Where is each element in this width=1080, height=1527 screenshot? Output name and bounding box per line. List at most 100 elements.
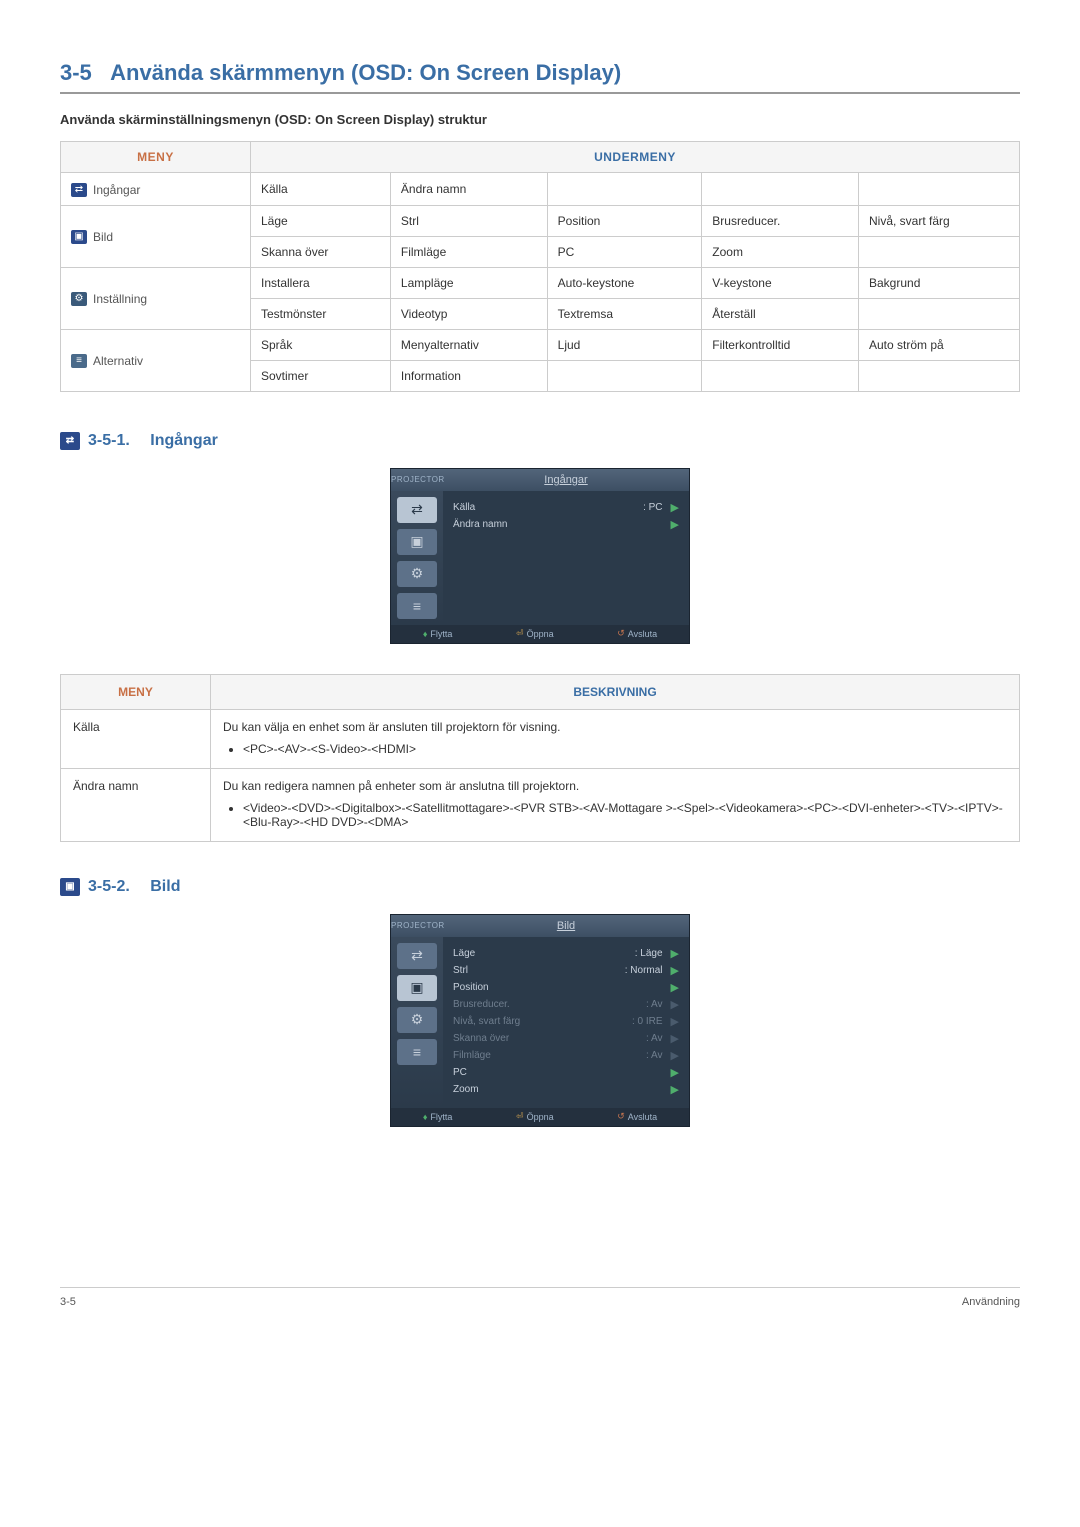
- side-setup-icon2[interactable]: ⚙: [397, 1007, 437, 1033]
- side-picture-icon[interactable]: ▣: [397, 529, 437, 555]
- submenu-cell: Språk: [251, 329, 391, 360]
- osd-row[interactable]: Ändra namn▶: [453, 516, 679, 533]
- section-inputs-header: ⇄ 3-5-1. Ingångar: [60, 432, 1020, 450]
- footer-right: Användning: [962, 1296, 1020, 1308]
- submenu-cell: [547, 360, 702, 391]
- submenu-cell: Bakgrund: [859, 267, 1020, 298]
- osd-row[interactable]: Brusreducer.: Av▶: [453, 996, 679, 1013]
- submenu-cell: Menyalternativ: [390, 329, 547, 360]
- submenu-cell: [859, 173, 1020, 206]
- footer-enter: ⏎Öppna: [516, 628, 554, 639]
- submenu-cell: PC: [547, 236, 702, 267]
- side-setup-icon[interactable]: ⚙: [397, 561, 437, 587]
- menu-row-options: ≡Alternativ: [61, 329, 251, 391]
- osd-row[interactable]: Källa: PC▶: [453, 499, 679, 516]
- submenu-cell: Testmönster: [251, 298, 391, 329]
- chevron-right-icon: ▶: [671, 501, 679, 514]
- side-options-icon[interactable]: ≡: [397, 593, 437, 619]
- submenu-cell: Läge: [251, 205, 391, 236]
- chevron-right-icon: ▶: [671, 518, 679, 531]
- chevron-right-icon: ▶: [671, 1032, 679, 1045]
- footer-move: ♦Flytta: [423, 629, 453, 639]
- submenu-cell: Nivå, svart färg: [859, 205, 1020, 236]
- desc-text-cell: Du kan redigera namnen på enheter som är…: [211, 768, 1020, 841]
- osd-inputs-panel: PROJECTOR Ingångar ⇄ ▣ ⚙ ≡ Källa: PC▶Änd…: [390, 468, 690, 644]
- submenu-cell: Filmläge: [390, 236, 547, 267]
- submenu-cell: Information: [390, 360, 547, 391]
- osd-row[interactable]: Nivå, svart färg: 0 IRE▶: [453, 1013, 679, 1030]
- side-inputs-icon2[interactable]: ⇄: [397, 943, 437, 969]
- submenu-cell: [547, 173, 702, 206]
- osd-row[interactable]: Skanna över: Av▶: [453, 1030, 679, 1047]
- submenu-cell: Installera: [251, 267, 391, 298]
- desc-inputs-table: MENY BESKRIVNING KällaDu kan välja en en…: [60, 674, 1020, 842]
- submenu-cell: Filterkontrolltid: [702, 329, 859, 360]
- picture-icon: ▣: [60, 878, 80, 896]
- osd-row[interactable]: Läge: Läge▶: [453, 945, 679, 962]
- osd-row[interactable]: Filmläge: Av▶: [453, 1047, 679, 1064]
- section-inputs-number: 3-5-1.: [88, 432, 130, 450]
- submenu-cell: [702, 173, 859, 206]
- options-icon: ≡: [71, 354, 87, 368]
- submenu-cell: Återställ: [702, 298, 859, 329]
- th-menu2: MENY: [61, 674, 211, 709]
- list-item: <PC>-<AV>-<S-Video>-<HDMI>: [243, 742, 1007, 756]
- submenu-cell: Skanna över: [251, 236, 391, 267]
- submenu-cell: [859, 298, 1020, 329]
- section-inputs-title: Ingångar: [150, 432, 218, 450]
- submenu-cell: [859, 236, 1020, 267]
- submenu-cell: Auto-keystone: [547, 267, 702, 298]
- page-footer: 3-5 Användning: [60, 1287, 1020, 1308]
- th-menu: MENY: [61, 142, 251, 173]
- chevron-right-icon: ▶: [671, 1083, 679, 1096]
- osd-row[interactable]: Strl: Normal▶: [453, 962, 679, 979]
- osd-row[interactable]: PC▶: [453, 1064, 679, 1081]
- side-options-icon2[interactable]: ≡: [397, 1039, 437, 1065]
- submenu-cell: Textremsa: [547, 298, 702, 329]
- submenu-cell: [702, 360, 859, 391]
- submenu-cell: Lampläge: [390, 267, 547, 298]
- osd-main2: Läge: Läge▶Strl: Normal▶Position▶Brusred…: [443, 937, 689, 1108]
- osd-row[interactable]: Position▶: [453, 979, 679, 996]
- osd-footer2: ♦Flytta ⏎Öppna ↺Avsluta: [391, 1108, 689, 1126]
- osd-picture-panel: PROJECTOR Bild ⇄ ▣ ⚙ ≡ Läge: Läge▶Strl: …: [390, 914, 690, 1127]
- footer-left: 3-5: [60, 1296, 76, 1308]
- side-inputs-icon[interactable]: ⇄: [397, 497, 437, 523]
- inputs-icon: ⇄: [71, 183, 87, 197]
- submenu-cell: Auto ström på: [859, 329, 1020, 360]
- osd-brand: PROJECTOR: [391, 475, 443, 484]
- chevron-right-icon: ▶: [671, 947, 679, 960]
- submenu-cell: Zoom: [702, 236, 859, 267]
- osd-main: Källa: PC▶Ändra namn▶: [443, 491, 689, 625]
- side-picture-icon2[interactable]: ▣: [397, 975, 437, 1001]
- footer-exit2: ↺Avsluta: [617, 1111, 657, 1122]
- chevron-right-icon: ▶: [671, 981, 679, 994]
- osd-title2: Bild: [443, 920, 689, 932]
- osd-row[interactable]: Zoom▶: [453, 1081, 679, 1098]
- menu-row-setup: ⚙Inställning: [61, 267, 251, 329]
- osd-title: Ingångar: [443, 474, 689, 486]
- menu-overview-table: MENY UNDERMENY ⇄IngångarKällaÄndra namn ▣…: [60, 141, 1020, 392]
- th-desc: BESKRIVNING: [211, 674, 1020, 709]
- submenu-cell: Videotyp: [390, 298, 547, 329]
- picture-icon: ▣: [71, 230, 87, 244]
- osd-side-nav: ⇄ ▣ ⚙ ≡: [391, 491, 443, 625]
- submenu-cell: Ljud: [547, 329, 702, 360]
- page-subtitle: Använda skärminställningsmenyn (OSD: On …: [60, 112, 1020, 127]
- chevron-right-icon: ▶: [671, 1015, 679, 1028]
- th-submenu: UNDERMENY: [251, 142, 1020, 173]
- submenu-cell: V-keystone: [702, 267, 859, 298]
- submenu-cell: Ändra namn: [390, 173, 547, 206]
- chevron-right-icon: ▶: [671, 964, 679, 977]
- chevron-right-icon: ▶: [671, 1049, 679, 1062]
- submenu-cell: Position: [547, 205, 702, 236]
- submenu-cell: [859, 360, 1020, 391]
- section-number: 3-5: [60, 60, 92, 85]
- osd-brand2: PROJECTOR: [391, 921, 443, 930]
- osd-footer: ♦Flytta ⏎Öppna ↺Avsluta: [391, 625, 689, 643]
- submenu-cell: Källa: [251, 173, 391, 206]
- menu-row-inputs: ⇄Ingångar: [61, 173, 251, 206]
- footer-move2: ♦Flytta: [423, 1112, 453, 1122]
- section-picture-header: ▣ 3-5-2. Bild: [60, 878, 1020, 896]
- chevron-right-icon: ▶: [671, 1066, 679, 1079]
